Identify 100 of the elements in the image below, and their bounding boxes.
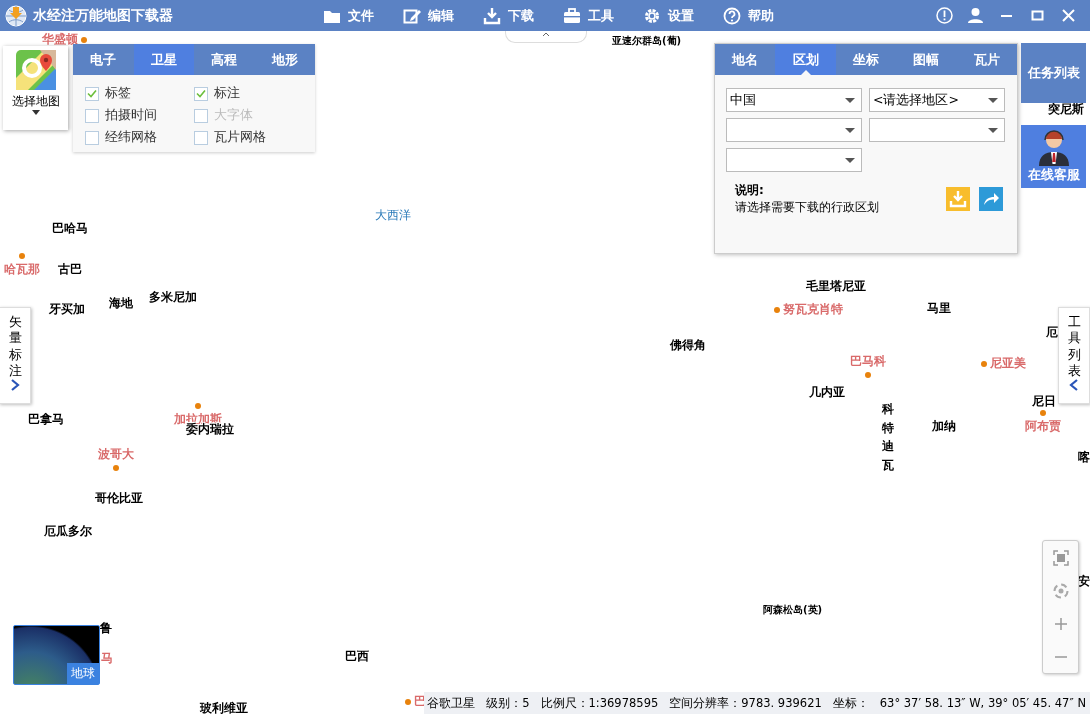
layer-checkbox[interactable]: 标签 bbox=[85, 85, 194, 102]
check-icon bbox=[87, 89, 97, 98]
task-list-button[interactable]: 任务列表 bbox=[1021, 43, 1086, 103]
map-label: 马里 bbox=[927, 300, 951, 317]
chevron-up-icon bbox=[542, 31, 550, 37]
map-label: 几内亚 bbox=[809, 384, 845, 401]
user-icon bbox=[966, 6, 985, 25]
region-dropdown[interactable] bbox=[869, 118, 1005, 142]
map-label: 阿布贾 bbox=[1025, 418, 1061, 435]
city-dot bbox=[774, 306, 780, 313]
download-button[interactable] bbox=[946, 187, 970, 211]
map-label: 毛里塔尼亚 bbox=[806, 278, 866, 295]
fullscreen-icon bbox=[1052, 549, 1069, 566]
locate-icon bbox=[1052, 582, 1069, 599]
city-dot bbox=[19, 253, 25, 259]
map-scale: 比例尺：1:36978595 bbox=[540, 695, 659, 711]
chevron-left-icon bbox=[1069, 379, 1079, 391]
map-label: 巴哈马 bbox=[52, 220, 88, 237]
map-label: 牙买加 bbox=[49, 301, 85, 318]
zoom-level: 级别：5 bbox=[486, 695, 530, 711]
map-label: 亚速尔群岛(葡) bbox=[612, 34, 682, 48]
city-dot bbox=[981, 360, 987, 367]
tool-list-tab[interactable]: 工具列表 bbox=[1058, 307, 1090, 404]
city-dot bbox=[195, 403, 201, 409]
map-label: 鲁 bbox=[100, 620, 112, 637]
layer-checkbox[interactable]: 瓦片网格 bbox=[194, 129, 303, 146]
map-label: 哈瓦那 bbox=[4, 261, 40, 278]
city-dot bbox=[405, 698, 411, 705]
region-dropdown[interactable]: 中国 bbox=[726, 88, 862, 112]
layer-checkbox[interactable]: 拍摄时间 bbox=[85, 107, 194, 124]
minus-icon bbox=[1054, 655, 1067, 658]
map-label: 哥伦比亚 bbox=[95, 490, 143, 507]
menu-item[interactable]: 帮助 bbox=[723, 6, 803, 25]
info-icon bbox=[935, 6, 954, 25]
map-canvas[interactable] bbox=[0, 31, 1090, 714]
note-title: 说明: bbox=[735, 182, 765, 199]
city-dot bbox=[81, 36, 87, 43]
menu-item[interactable]: 设置 bbox=[643, 6, 723, 25]
city-dot bbox=[865, 372, 871, 378]
map-label: 喀 bbox=[1078, 449, 1090, 466]
map-label: 波哥大 bbox=[98, 446, 134, 463]
map-source: 谷歌卫星 bbox=[427, 695, 476, 711]
map-label: 安 bbox=[1078, 573, 1090, 590]
download-icon bbox=[483, 6, 501, 25]
map-label: 尼亚美 bbox=[990, 355, 1026, 372]
plus-icon bbox=[1053, 616, 1068, 631]
menu-item[interactable]: 下载 bbox=[483, 6, 563, 25]
resolution: 空间分辨率：9783. 939621 bbox=[669, 695, 822, 711]
map-selector-button[interactable]: 选择地图 bbox=[3, 46, 68, 130]
caret-icon bbox=[31, 110, 40, 115]
toolbox-icon bbox=[563, 6, 581, 25]
menu-item[interactable]: 工具 bbox=[563, 6, 643, 25]
region-dropdown[interactable] bbox=[726, 148, 862, 172]
region-dropdown[interactable] bbox=[726, 118, 862, 142]
region-tab[interactable]: 区划 bbox=[775, 44, 836, 75]
chevron-right-icon bbox=[10, 379, 20, 391]
map-label: 加纳 bbox=[932, 418, 956, 435]
region-dropdown[interactable]: <请选择地区> bbox=[869, 88, 1005, 112]
coordinate-label: 坐标： bbox=[832, 695, 869, 711]
help-icon bbox=[723, 6, 741, 25]
map-label: 厄瓜多尔 bbox=[44, 523, 92, 540]
layer-checkbox[interactable]: 经纬网格 bbox=[85, 129, 194, 146]
download-icon bbox=[949, 190, 967, 208]
map-label: 努瓦克肖特 bbox=[783, 301, 843, 318]
map-label: 阿森松岛(英) bbox=[763, 603, 823, 617]
map-label: 巴马科 bbox=[850, 353, 886, 370]
globe-download-icon bbox=[5, 4, 27, 27]
menu-item[interactable]: 编辑 bbox=[403, 6, 483, 25]
globe-label: 地球 bbox=[67, 663, 99, 684]
map-label: 厄 bbox=[1046, 324, 1058, 341]
layer-checkbox[interactable]: 标注 bbox=[194, 85, 303, 102]
note-text: 请选择需要下载的行政区划 bbox=[735, 200, 879, 214]
map-label: 突尼斯 bbox=[1048, 101, 1084, 118]
map-label: 多米尼加 bbox=[149, 289, 197, 306]
city-dot bbox=[113, 465, 119, 471]
map-label: 海地 bbox=[109, 295, 133, 312]
settings-icon bbox=[643, 6, 661, 25]
map-label: 佛得角 bbox=[670, 337, 706, 354]
share-button[interactable] bbox=[979, 187, 1003, 211]
map-label: 巴西 bbox=[345, 648, 369, 665]
map-label: 科特迪瓦 bbox=[882, 401, 894, 474]
map-label: 巴拿马 bbox=[28, 411, 64, 428]
map-label: 古巴 bbox=[58, 261, 82, 278]
map-type-tab[interactable]: 卫星 bbox=[133, 44, 194, 75]
map-label: 玻利维亚 bbox=[200, 700, 248, 714]
person-headset-icon bbox=[1036, 128, 1071, 166]
coordinates: 63° 37′ 58. 13″ W, 39° 05′ 45. 47″ N bbox=[879, 696, 1086, 710]
collapse-tab[interactable] bbox=[505, 31, 587, 43]
check-icon bbox=[196, 89, 206, 98]
vector-label-tab[interactable]: 矢量标注 bbox=[0, 307, 31, 404]
map-label: 大西洋 bbox=[375, 207, 411, 224]
minimize-icon bbox=[1001, 14, 1012, 17]
user-button[interactable] bbox=[966, 6, 985, 25]
globe-thumbnail[interactable]: 地球 bbox=[13, 625, 100, 685]
menu-item[interactable]: 文件 bbox=[323, 6, 403, 25]
info-button[interactable] bbox=[935, 6, 954, 25]
city-dot bbox=[1040, 410, 1046, 416]
window-title: 水经注万能地图下载器 bbox=[33, 6, 174, 25]
support-button[interactable]: 在线客服 bbox=[1021, 125, 1086, 188]
map-label: 马 bbox=[101, 650, 113, 667]
